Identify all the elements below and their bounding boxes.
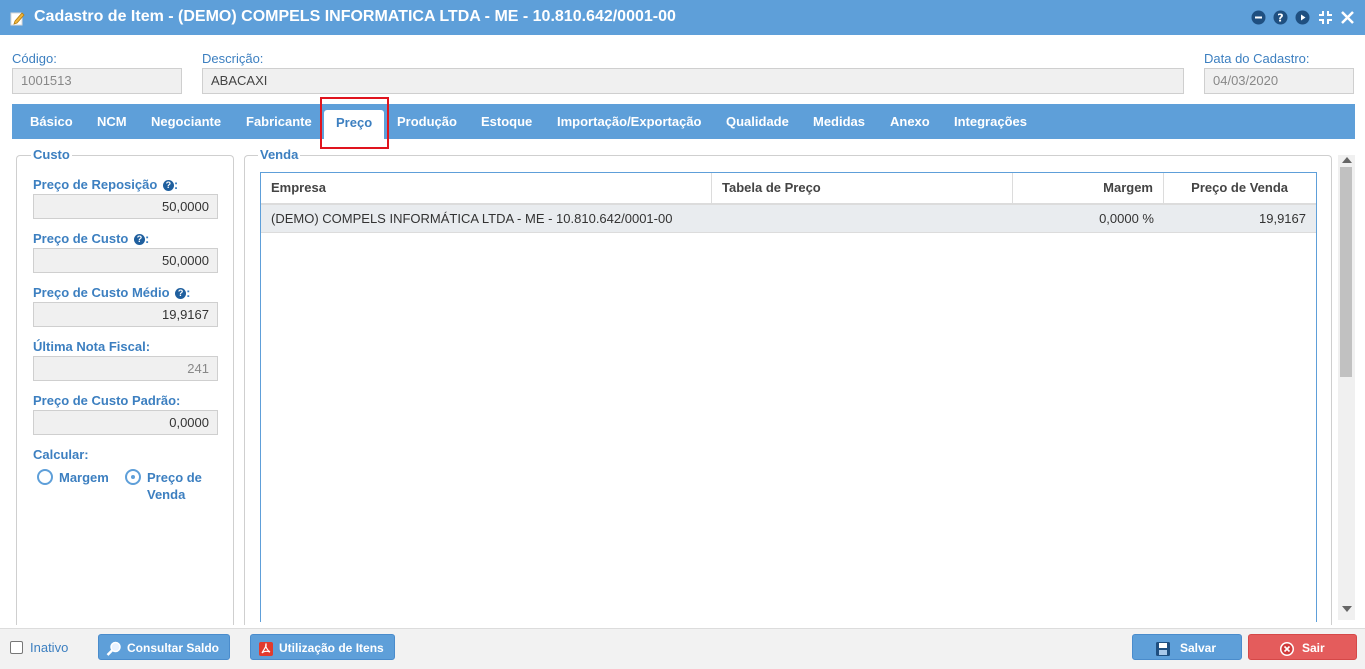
ultima-nota-fiscal-label: Última Nota Fiscal: <box>33 339 151 354</box>
table-row[interactable]: (DEMO) COMPELS INFORMÁTICA LTDA - ME - 1… <box>261 205 1316 233</box>
radio-margem-label: Margem <box>59 470 109 485</box>
scrollbar-thumb[interactable] <box>1340 167 1352 377</box>
utilizacao-itens-button[interactable]: Utilização de Itens <box>250 634 395 660</box>
tab-fabricante[interactable]: Fabricante <box>246 104 312 139</box>
title-bar: Cadastro de Item - (DEMO) COMPELS INFORM… <box>0 0 1365 35</box>
sair-button[interactable]: Sair <box>1248 634 1357 660</box>
help-icon: ? <box>162 180 174 191</box>
cell-empresa: (DEMO) COMPELS INFORMÁTICA LTDA - ME - 1… <box>271 211 673 226</box>
tab-importacao-exportacao[interactable]: Importação/Exportação <box>557 104 702 139</box>
play-icon[interactable] <box>1295 10 1310 25</box>
tab-negociante[interactable]: Negociante <box>151 104 221 139</box>
grid-header: Empresa Tabela de Preço Margem Preço de … <box>261 173 1316 205</box>
inativo-checkbox[interactable] <box>10 641 23 654</box>
ultima-nota-fiscal-field[interactable]: 241 <box>33 356 218 381</box>
preco-reposicao-label: Preço de Reposição ?: <box>33 177 179 192</box>
preco-custo-label: Preço de Custo ?: <box>33 231 150 246</box>
compress-icon[interactable] <box>1318 10 1333 25</box>
tab-basico[interactable]: Básico <box>30 104 73 139</box>
venda-legend: Venda <box>258 147 301 162</box>
data-cadastro-field[interactable]: 04/03/2020 <box>1204 68 1354 94</box>
col-tabela-preco[interactable]: Tabela de Preço <box>712 173 1013 203</box>
codigo-label: Código: <box>12 51 57 66</box>
preco-custo-medio-label: Preço de Custo Médio ?: <box>33 285 191 300</box>
salvar-button[interactable]: Salvar <box>1132 634 1242 660</box>
help-icon: ? <box>133 234 145 245</box>
vertical-scrollbar[interactable] <box>1338 155 1355 620</box>
codigo-field[interactable]: 1001513 <box>12 68 182 94</box>
custo-panel <box>16 155 234 625</box>
tab-medidas[interactable]: Medidas <box>813 104 865 139</box>
close-circle-icon <box>1279 640 1295 656</box>
tab-producao[interactable]: Produção <box>397 104 457 139</box>
preco-custo-medio-field[interactable]: 19,9167 <box>33 302 218 327</box>
preco-reposicao-field[interactable]: 50,0000 <box>33 194 218 219</box>
col-margem[interactable]: Margem <box>1013 173 1164 203</box>
tab-preco[interactable]: Preço <box>324 110 385 139</box>
search-icon <box>106 640 122 656</box>
consultar-saldo-button[interactable]: Consultar Saldo <box>98 634 230 660</box>
svg-text:?: ? <box>1277 12 1283 25</box>
help-icon[interactable]: ? <box>1273 10 1288 25</box>
cell-tabela-preco <box>712 205 1013 233</box>
venda-grid: Empresa Tabela de Preço Margem Preço de … <box>260 172 1317 622</box>
radio-margem[interactable] <box>37 469 53 485</box>
tab-ncm[interactable]: NCM <box>97 104 127 139</box>
col-preco-venda[interactable]: Preço de Venda <box>1164 173 1316 203</box>
preco-custo-padrao-field[interactable]: 0,0000 <box>33 410 218 435</box>
descricao-field[interactable]: ABACAXI <box>202 68 1184 94</box>
col-empresa[interactable]: Empresa <box>261 173 712 203</box>
tab-qualidade[interactable]: Qualidade <box>726 104 789 139</box>
help-icon: ? <box>175 288 187 299</box>
tab-estoque[interactable]: Estoque <box>481 104 532 139</box>
pdf-icon <box>258 640 274 656</box>
data-cadastro-label: Data do Cadastro: <box>1204 51 1310 66</box>
tab-anexo[interactable]: Anexo <box>890 104 930 139</box>
edit-document-icon <box>10 10 26 26</box>
cell-margem: 0,0000 % <box>1099 211 1154 226</box>
close-icon[interactable] <box>1340 10 1355 25</box>
cell-preco-venda: 19,9167 <box>1259 211 1306 226</box>
radio-preco-venda[interactable] <box>125 469 141 485</box>
radio-preco-venda-label: Preço de Venda <box>147 470 202 502</box>
scroll-down-icon[interactable] <box>1342 606 1352 612</box>
preco-custo-field[interactable]: 50,0000 <box>33 248 218 273</box>
preco-custo-padrao-label: Preço de Custo Padrão: <box>33 393 181 408</box>
custo-legend: Custo <box>31 147 72 162</box>
tab-integracoes[interactable]: Integrações <box>954 104 1027 139</box>
window-title: Cadastro de Item - (DEMO) COMPELS INFORM… <box>34 8 676 25</box>
minimize-icon[interactable] <box>1251 10 1266 25</box>
save-icon <box>1155 640 1171 656</box>
inativo-label: Inativo <box>30 640 69 655</box>
calcular-label: Calcular: <box>33 447 89 462</box>
footer-bar: Inativo Consultar Saldo Utilização de It… <box>0 628 1365 669</box>
tab-bar: Básico NCM Negociante Fabricante Preço P… <box>12 104 1355 139</box>
scroll-up-icon[interactable] <box>1342 157 1352 163</box>
descricao-label: Descrição: <box>202 51 264 66</box>
